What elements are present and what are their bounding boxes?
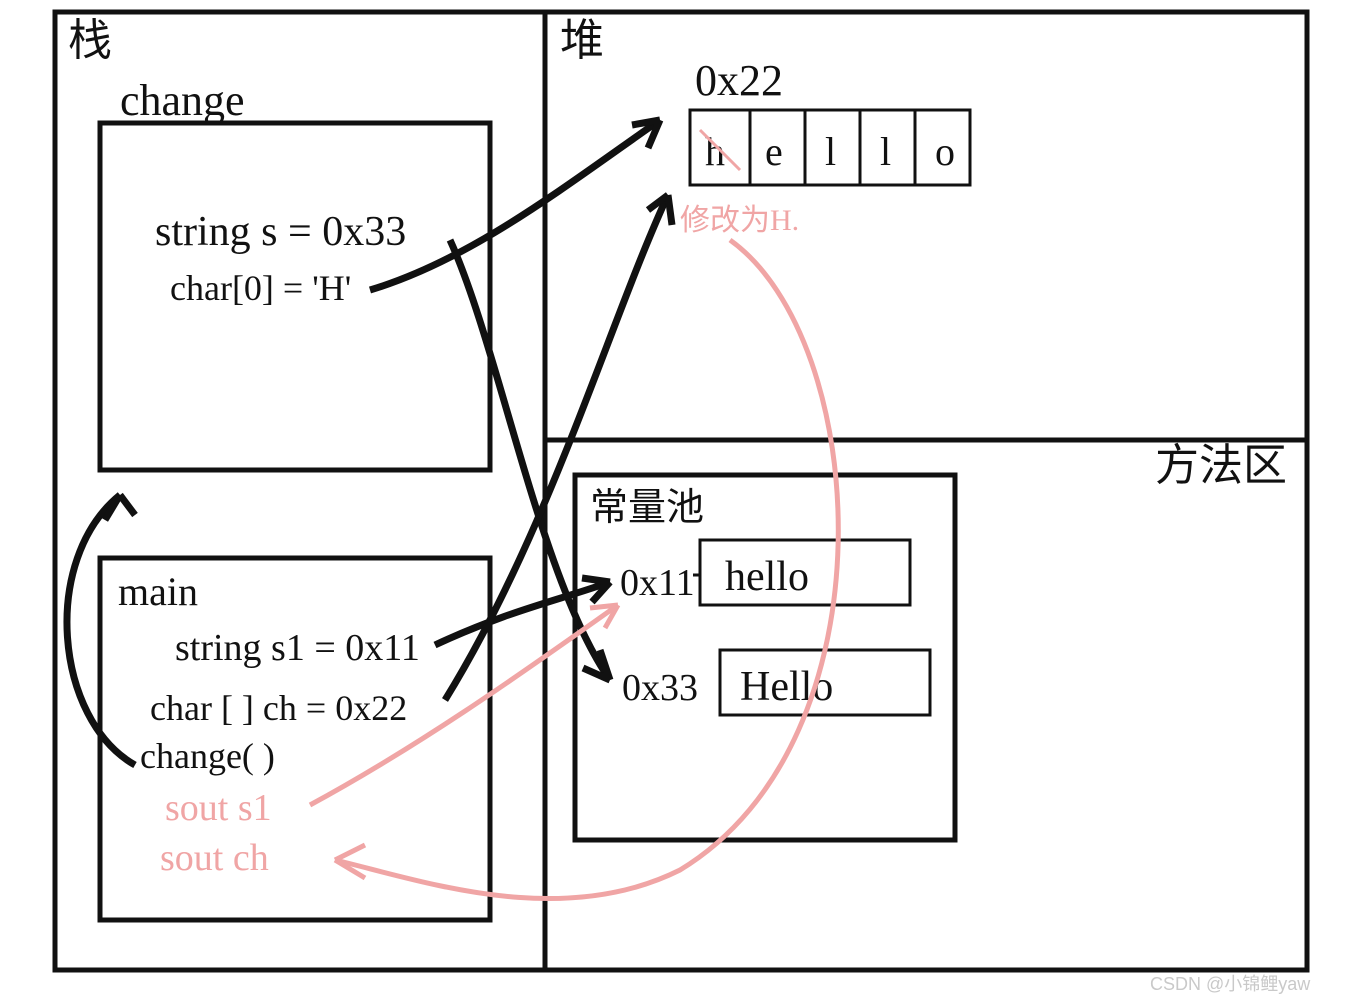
main-frame-title: main <box>118 569 198 614</box>
cell-2: l <box>825 129 836 174</box>
arrow-s-to-0x33 <box>450 240 610 680</box>
pool-value-0: hello <box>725 554 809 600</box>
watermark: CSDN @小锦鲤yaw <box>1150 974 1311 994</box>
cell-1: e <box>765 129 783 174</box>
main-line5: sout ch <box>160 837 269 879</box>
change-line2: char[0] = 'H' <box>170 268 351 308</box>
main-line3: change( ) <box>140 736 275 776</box>
change-frame-title: change <box>120 76 245 125</box>
cell-4: o <box>935 129 955 174</box>
heap-array-note: 修改为H. <box>680 204 799 237</box>
main-line2: char [ ] ch = 0x22 <box>150 688 407 728</box>
method-area-label: 方法区 <box>1155 441 1287 490</box>
main-line1: string s1 = 0x11 <box>175 627 420 669</box>
cell-3: l <box>880 129 891 174</box>
main-line4: sout s1 <box>165 787 272 829</box>
arrow-change-call-head <box>105 495 135 520</box>
pool-addr-0: 0x11 <box>620 562 695 604</box>
heap-array-cells: h e l l o <box>690 110 970 185</box>
heap-array-address: 0x22 <box>695 56 783 105</box>
constant-pool-label: 常量池 <box>590 487 704 529</box>
arrow-char0-to-heap <box>370 120 660 290</box>
pool-addr-1: 0x33 <box>622 667 698 709</box>
stack-label: 栈 <box>68 16 112 65</box>
memory-diagram: 栈 堆 方法区 change string s = 0x33 char[0] =… <box>0 0 1357 999</box>
change-line1: string s = 0x33 <box>155 209 406 255</box>
constant-pool-box <box>575 475 955 840</box>
heap-label: 堆 <box>560 16 604 65</box>
